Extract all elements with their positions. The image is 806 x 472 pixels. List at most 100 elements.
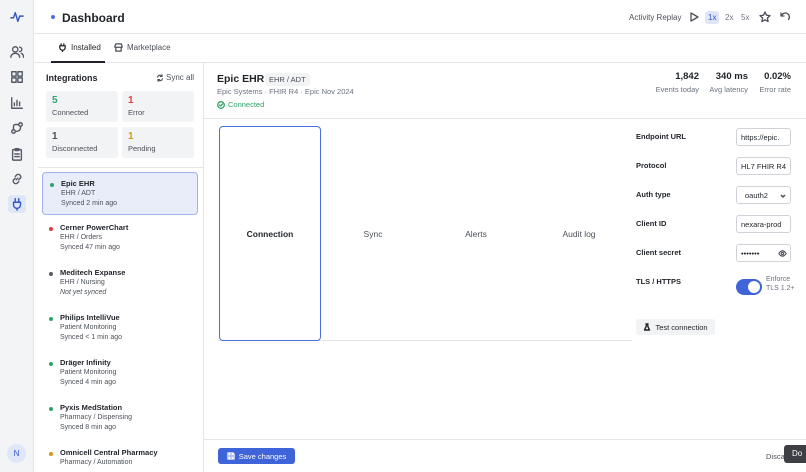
page-title: Dashboard: [62, 11, 125, 25]
metric-label: Events today: [655, 85, 699, 94]
connection-status: Connected: [217, 100, 264, 109]
integration-item-pyxis-medstation[interactable]: Pyxis MedStation Pharmacy / Dispensing S…: [42, 397, 198, 440]
stat-pending: 1 Pending: [122, 127, 194, 158]
icon-rail: N: [0, 0, 34, 472]
stat-connected-label: Connected: [52, 108, 89, 117]
tab-installed[interactable]: Installed: [58, 43, 101, 52]
metric-label: Error rate: [759, 85, 791, 94]
status-dot: [49, 272, 53, 276]
status-dot: [49, 317, 53, 321]
endpoint-url-label: Endpoint URL: [636, 132, 686, 141]
endpoint-url-input[interactable]: https://epic.: [736, 128, 791, 146]
sync-all-label: Sync all: [165, 73, 194, 82]
client-secret-input[interactable]: •••••••: [736, 244, 791, 262]
sync-all-button[interactable]: Sync all: [156, 73, 194, 82]
integration-name: Epic EHR: [61, 179, 95, 188]
users-icon[interactable]: [8, 43, 26, 61]
integration-sync-time: Not yet synced: [60, 289, 107, 296]
chevron-down-icon: [780, 192, 786, 199]
connection-status-label: Connected: [228, 100, 265, 109]
plug-icon[interactable]: [8, 195, 26, 213]
speed-5x-button[interactable]: 5x: [738, 11, 752, 24]
integration-name: Omnicell Central Pharmacy: [60, 448, 158, 457]
auth-type-label: Auth type: [636, 190, 671, 199]
metric-label: Avg latency: [709, 85, 748, 94]
tab-marketplace[interactable]: Marketplace: [114, 43, 171, 52]
stat-error-label: Error: [128, 108, 145, 117]
protocol-input[interactable]: HL7 FHIR R4: [736, 157, 791, 175]
integration-item-cerner-powerchart[interactable]: Cerner PowerChart EHR / Orders Synced 47…: [42, 217, 198, 260]
integration-item-omnicell-central-pharmacy[interactable]: Omnicell Central Pharmacy Pharmacy / Aut…: [42, 442, 198, 472]
integration-item-epic-ehr[interactable]: Epic EHR EHR / ADT Synced 2 min ago: [42, 172, 198, 215]
stat-error-value: 1: [128, 95, 134, 106]
tab-alerts[interactable]: Alerts: [425, 126, 527, 341]
eye-icon[interactable]: [778, 249, 787, 258]
stat-pending-value: 1: [128, 131, 134, 142]
discard-button[interactable]: Disca: [766, 452, 785, 461]
speed-1x-button[interactable]: 1x: [705, 11, 720, 24]
tab-installed-label: Installed: [71, 43, 101, 52]
test-connection-label: Test connection: [655, 322, 708, 332]
integration-sync-time: Synced < 1 min ago: [60, 334, 123, 341]
save-changes-label: Save changes: [238, 451, 287, 461]
branch-icon[interactable]: [8, 119, 26, 137]
refresh-icon[interactable]: [779, 11, 791, 23]
integration-type: EHR / ADT: [61, 190, 96, 197]
sync-icon: [157, 73, 163, 82]
integration-name: Philips IntelliVue: [60, 313, 120, 322]
integration-type: Patient Monitoring: [60, 324, 117, 331]
tab-sync[interactable]: Sync: [322, 126, 424, 341]
stat-connected: 5 Connected: [46, 91, 118, 122]
integration-item-meditech-expanse[interactable]: Meditech Expanse EHR / Nursing Not yet s…: [42, 262, 198, 305]
metric-value: 1,842: [675, 71, 699, 82]
clipboard-icon[interactable]: [8, 145, 26, 163]
tab-marketplace-label: Marketplace: [127, 43, 171, 52]
plug-small-icon: [59, 43, 66, 52]
auth-type-select[interactable]: oauth2: [736, 186, 791, 204]
stat-connected-value: 5: [52, 95, 58, 106]
integration-name: Cerner PowerChart: [60, 223, 129, 232]
tls-toggle[interactable]: [736, 279, 762, 295]
stat-pending-label: Pending: [128, 144, 156, 153]
tab-audit-log[interactable]: Audit log: [528, 126, 630, 341]
integration-type: Pharmacy / Automation: [60, 459, 133, 466]
stat-disconnected-value: 1: [52, 131, 58, 142]
integration-type: EHR / Nursing: [60, 279, 105, 286]
store-icon: [114, 43, 123, 52]
play-icon[interactable]: [688, 11, 700, 23]
stat-disconnected: 1 Disconnected: [46, 127, 118, 158]
integration-sync-time: Synced 4 min ago: [60, 379, 117, 386]
client-secret-value: •••••••: [741, 249, 760, 258]
integration-item-drager-infinity[interactable]: Dräger Infinity Patient Monitoring Synce…: [42, 352, 198, 395]
pulse-logo-icon[interactable]: [8, 8, 26, 26]
divider: [204, 118, 806, 119]
toggle-knob: [748, 281, 760, 293]
test-connection-button[interactable]: Test connection: [636, 319, 715, 335]
integration-name: Pyxis MedStation: [60, 403, 123, 412]
integration-item-philips-intellivue[interactable]: Philips IntelliVue Patient Monitoring Sy…: [42, 307, 198, 350]
metric-value: 0.02%: [764, 71, 791, 82]
link-icon[interactable]: [8, 170, 26, 188]
dock-tab[interactable]: Do: [784, 445, 806, 463]
status-dot: [49, 227, 53, 231]
status-dot: [49, 407, 53, 411]
activity-replay-label: Activity Replay: [629, 13, 682, 22]
integration-type: EHR / Orders: [60, 234, 103, 241]
detail-subtitle: Epic Systems · FHIR R4 · Epic Nov 2024: [217, 87, 354, 96]
speed-2x-button[interactable]: 2x: [722, 11, 736, 24]
grid-icon[interactable]: [8, 68, 26, 86]
status-dot: [49, 362, 53, 366]
integration-type: Patient Monitoring: [60, 369, 117, 376]
integration-name: Dräger Infinity: [60, 358, 111, 367]
integration-sync-time: Synced 47 min ago: [60, 244, 120, 251]
metric-error-rate: 0.02% Error rate: [759, 71, 791, 94]
client-id-label: Client ID: [636, 219, 667, 228]
metric-value: 340 ms: [715, 71, 748, 82]
client-id-input[interactable]: nexara-prod: [736, 215, 791, 233]
tab-connection[interactable]: Connection: [219, 126, 321, 341]
avatar[interactable]: N: [7, 444, 26, 463]
star-icon[interactable]: [759, 11, 771, 23]
detail-type-tag: EHR / ADT: [265, 73, 310, 86]
save-changes-button[interactable]: Save changes: [218, 448, 295, 464]
bar-chart-icon[interactable]: [8, 94, 26, 112]
